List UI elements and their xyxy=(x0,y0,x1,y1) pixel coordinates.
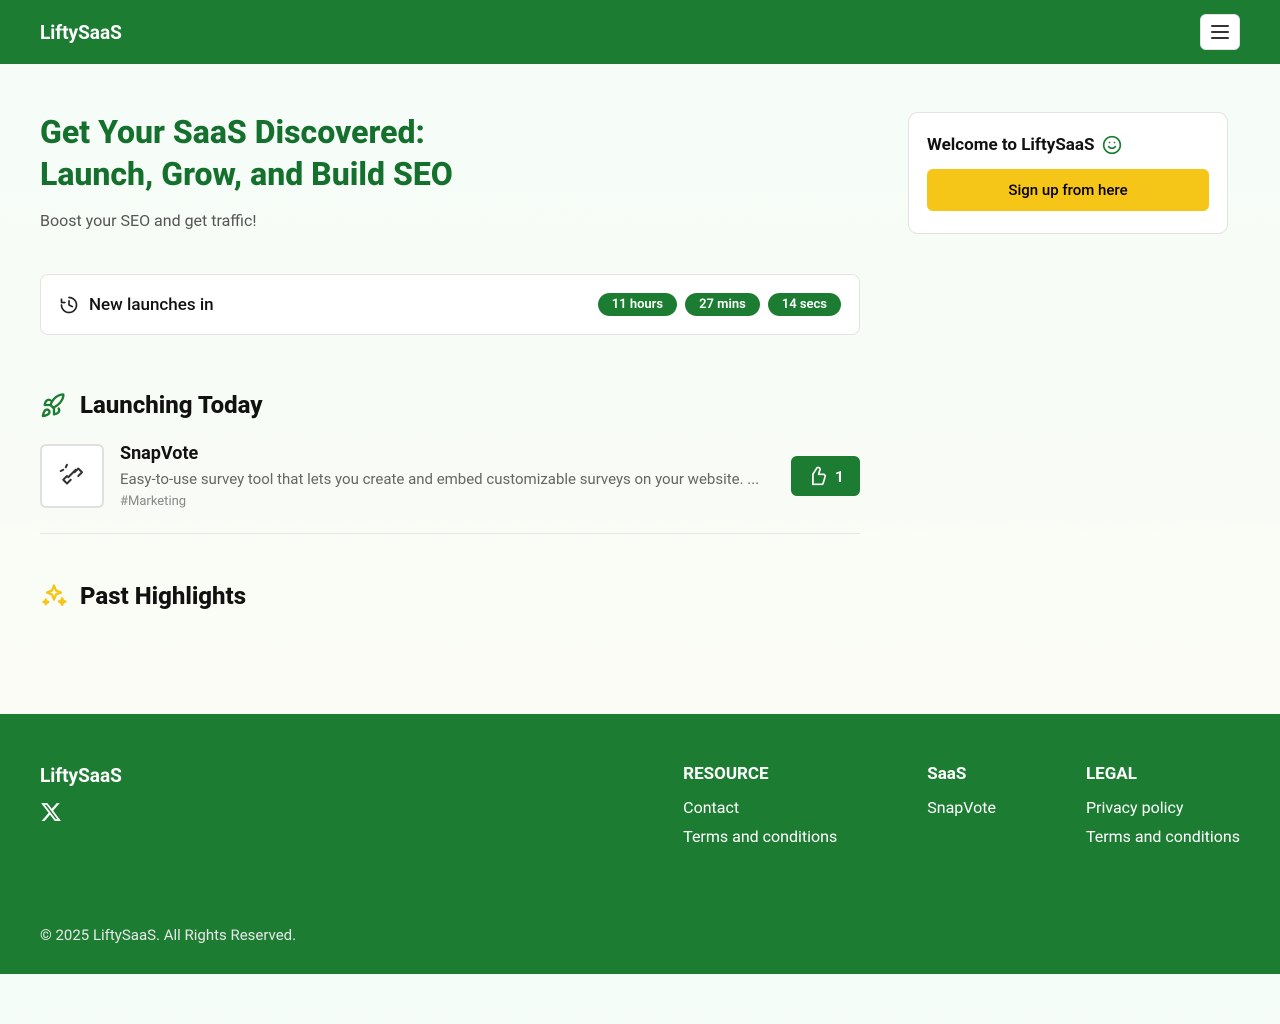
launch-item[interactable]: SnapVote Easy-to-use survey tool that le… xyxy=(40,443,860,534)
footer-col-heading: SaaS xyxy=(927,764,996,784)
countdown-label: New launches in xyxy=(89,295,214,315)
twitter-link[interactable] xyxy=(40,801,122,823)
launch-name: SnapVote xyxy=(120,443,775,464)
welcome-text: Welcome to LiftySaaS xyxy=(927,135,1094,155)
thumbs-up-icon xyxy=(807,466,827,486)
launch-description: Easy-to-use survey tool that lets you cr… xyxy=(120,470,775,488)
page-subhead: Boost your SEO and get traffic! xyxy=(40,211,860,230)
signup-button[interactable]: Sign up from here xyxy=(927,169,1209,211)
countdown-chip: 27 mins xyxy=(685,293,760,316)
countdown-chip: 11 hours xyxy=(598,293,677,316)
footer-col-heading: RESOURCE xyxy=(683,764,837,784)
hamburger-icon xyxy=(1211,25,1229,39)
page-headline: Get Your SaaS Discovered: Launch, Grow, … xyxy=(40,112,860,195)
menu-button[interactable] xyxy=(1200,14,1240,50)
sparkles-icon xyxy=(40,582,68,610)
signup-card: Welcome to LiftySaaS Sign up from here xyxy=(908,112,1228,234)
clock-icon xyxy=(59,295,79,315)
rocket-icon xyxy=(40,391,68,419)
snap-icon xyxy=(57,461,87,491)
countdown-chip: 14 secs xyxy=(768,293,841,316)
footer-logo[interactable]: LiftySaaS xyxy=(40,764,122,787)
upvote-button[interactable]: 1 xyxy=(791,456,860,496)
footer-link-terms[interactable]: Terms and conditions xyxy=(683,827,837,846)
launch-thumb xyxy=(40,444,104,508)
footer-col-heading: LEGAL xyxy=(1086,764,1240,784)
footer-link-snapvote[interactable]: SnapVote xyxy=(927,798,996,817)
footer-link-contact[interactable]: Contact xyxy=(683,798,837,817)
upvote-count: 1 xyxy=(835,467,844,486)
copyright: © 2025 LiftySaaS. All Rights Reserved. xyxy=(40,926,1240,944)
footer-link-terms[interactable]: Terms and conditions xyxy=(1086,827,1240,846)
launch-tag[interactable]: #Marketing xyxy=(120,494,775,509)
section-title-launching: Launching Today xyxy=(80,391,263,419)
footer-link-privacy[interactable]: Privacy policy xyxy=(1086,798,1240,817)
countdown-card: New launches in 11 hours 27 mins 14 secs xyxy=(40,274,860,335)
smile-icon xyxy=(1102,135,1122,155)
x-icon xyxy=(40,801,122,823)
section-title-past: Past Highlights xyxy=(80,582,246,610)
logo[interactable]: LiftySaaS xyxy=(40,21,122,44)
